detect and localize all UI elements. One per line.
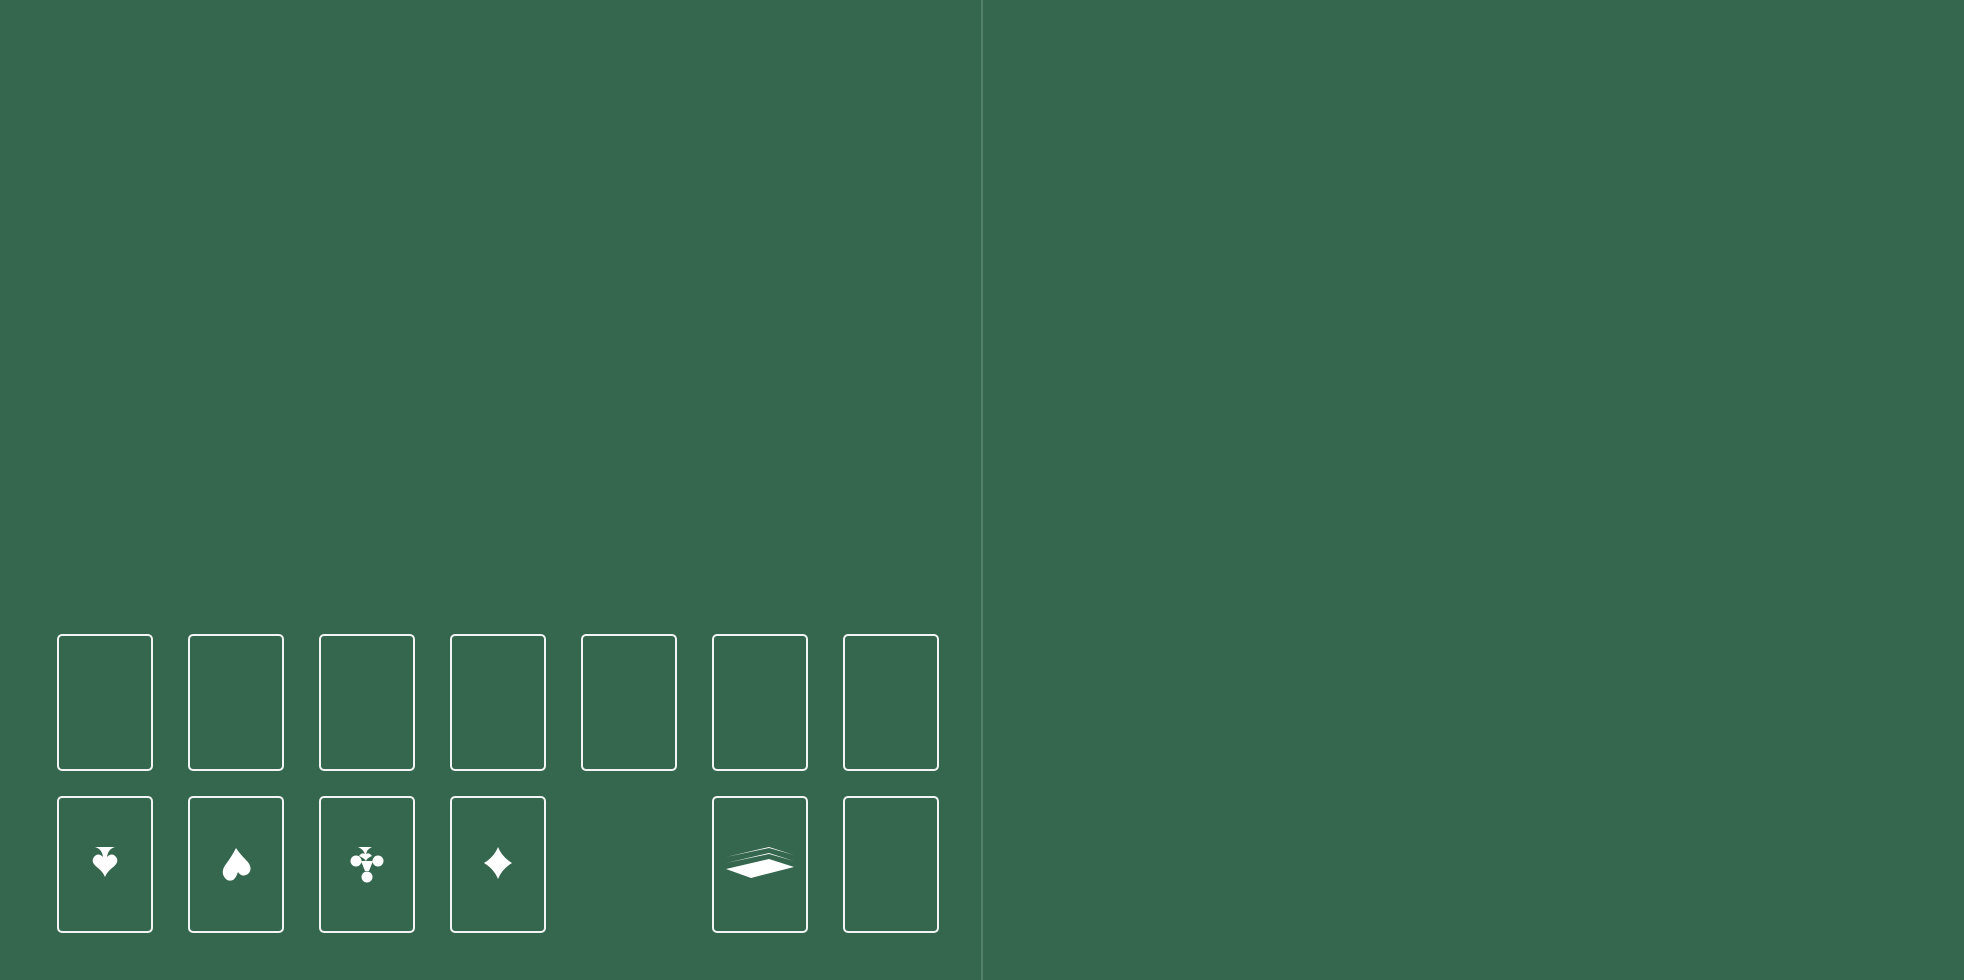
spade-icon	[222, 847, 251, 881]
spade-outline-icon	[92, 846, 118, 877]
foundation-clubs[interactable]	[319, 796, 415, 933]
tableau-pile-2[interactable]	[188, 634, 284, 771]
secondary-board	[983, 0, 1964, 980]
card-stack-icon	[726, 846, 794, 878]
tableau-pile-1[interactable]	[57, 634, 153, 771]
tableau-pile-7[interactable]	[843, 634, 939, 771]
club-icon	[350, 846, 384, 882]
tableau-pile-6[interactable]	[712, 634, 808, 771]
tableau-pile-4[interactable]	[450, 634, 546, 771]
tableau-pile-5[interactable]	[581, 634, 677, 771]
diamond-icon	[484, 846, 512, 879]
foundation-spades-2[interactable]	[188, 796, 284, 933]
waste-pile[interactable]	[843, 796, 939, 933]
tableau-pile-3[interactable]	[319, 634, 415, 771]
stock-pile[interactable]	[712, 796, 808, 933]
foundation-diamonds[interactable]	[450, 796, 546, 933]
foundation-spades-1[interactable]	[57, 796, 153, 933]
